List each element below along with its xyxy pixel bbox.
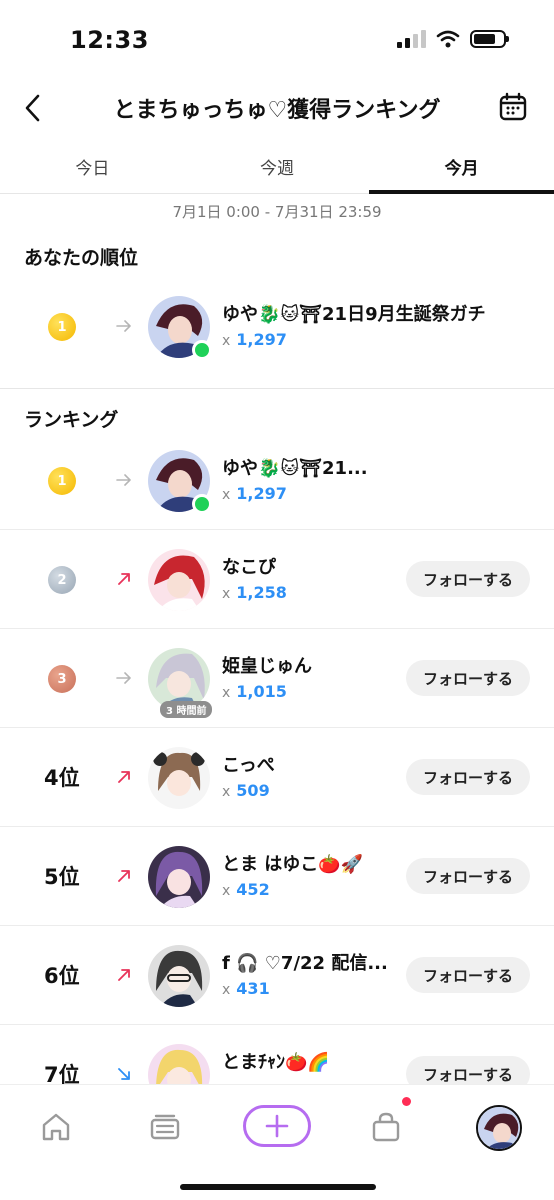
trend-up-icon — [118, 573, 130, 585]
ranking-row[interactable]: 4位 こっぺ x 509 フォローする — [0, 729, 554, 827]
avatar[interactable] — [148, 846, 210, 908]
ranking-row[interactable]: 3 3 時間前 姫皇じゅん x 1,015 フォローする — [0, 630, 554, 728]
rank-medal: 3 — [48, 665, 76, 693]
status-bar: 12:33 — [0, 0, 554, 80]
plus-icon — [265, 1114, 289, 1138]
nav-home[interactable] — [36, 1107, 76, 1147]
row-divider — [0, 826, 554, 827]
wifi-icon — [436, 30, 460, 48]
period-tabs: 今日 今週 今月 — [0, 140, 554, 194]
user-name: とま はゆこ🍅🚀 — [222, 854, 364, 875]
chuchu-count: x 1,297 — [222, 330, 287, 349]
follow-button[interactable]: フォローする — [406, 660, 530, 696]
profile-avatar[interactable] — [476, 1105, 522, 1151]
ranking-heading: ランキング — [24, 409, 119, 431]
rank-number: 5位 — [44, 865, 80, 889]
my-rank-row[interactable]: 1 ゆや🐉🐱⛩21日9月生誕祭ガチ x 1,297 — [0, 278, 554, 376]
tab-week[interactable]: 今週 — [185, 140, 370, 193]
online-indicator — [192, 340, 212, 360]
avatar[interactable] — [148, 945, 210, 1007]
follow-button[interactable]: フォローする — [406, 759, 530, 795]
user-name: とまﾁｬﾝ🍅🌈 — [222, 1052, 330, 1073]
trend-down-icon — [118, 1068, 130, 1080]
tab-today[interactable]: 今日 — [0, 140, 185, 193]
status-icons — [397, 30, 509, 48]
rank-number: 6位 — [44, 964, 80, 988]
ranking-row[interactable]: 6位 f 🎧 ♡7/22 配信... x 431 フォローする — [0, 927, 554, 1025]
trend-up-icon — [118, 969, 130, 981]
user-name: なこぴ — [222, 557, 276, 578]
row-divider — [0, 628, 554, 629]
row-divider — [0, 727, 554, 728]
user-name: 姫皇じゅん — [222, 656, 312, 677]
nav-feed[interactable] — [145, 1107, 185, 1147]
notification-dot — [402, 1097, 411, 1106]
nav-shop[interactable] — [366, 1107, 406, 1147]
my-rank-heading: あなたの順位 — [24, 247, 139, 269]
section-divider — [0, 388, 554, 389]
rank-medal: 2 — [48, 566, 76, 594]
rank-medal: 1 — [48, 313, 76, 341]
chuchu-count: x 431 — [222, 979, 270, 998]
last-active-badge: 3 時間前 — [160, 701, 213, 718]
period-range: 7月1日 0:00 - 7月31日 23:59 — [172, 203, 382, 221]
follow-button[interactable]: フォローする — [406, 561, 530, 597]
follow-button[interactable]: フォローする — [406, 858, 530, 894]
status-time: 12:33 — [70, 26, 149, 54]
user-name: ゆや🐉🐱⛩21日9月生誕祭ガチ — [222, 304, 486, 325]
rank-number: 4位 — [44, 766, 80, 790]
user-name: ゆや🐉🐱⛩21... — [222, 458, 368, 479]
chuchu-count: x 1,297 — [222, 484, 287, 503]
home-icon — [42, 1113, 70, 1141]
trend-flat-icon — [116, 474, 131, 486]
user-name: f 🎧 ♡7/22 配信... — [222, 953, 388, 974]
page-title: とまちゅっちゅ♡獲得ランキング — [113, 98, 441, 123]
avatar[interactable] — [148, 549, 210, 611]
shop-icon — [372, 1112, 400, 1142]
battery-icon — [470, 30, 509, 48]
bottom-nav — [0, 1084, 554, 1200]
row-divider — [0, 1024, 554, 1025]
trend-up-icon — [118, 771, 130, 783]
trend-up-icon — [118, 870, 130, 882]
rank-medal: 1 — [48, 467, 76, 495]
avatar[interactable] — [148, 747, 210, 809]
create-button[interactable] — [243, 1105, 311, 1147]
feed-icon — [150, 1114, 180, 1140]
calendar-icon — [499, 92, 527, 121]
chuchu-count: x 1,258 — [222, 583, 287, 602]
trend-flat-icon — [116, 672, 131, 684]
chuchu-count: x 452 — [222, 880, 270, 899]
calendar-button[interactable] — [498, 92, 530, 124]
online-indicator — [192, 494, 212, 514]
ranking-row[interactable]: 1 ゆや🐉🐱⛩21... x 1,297 — [0, 432, 554, 530]
signal-icon — [397, 30, 426, 48]
ranking-row[interactable]: 2 なこぴ x 1,258 フォローする — [0, 531, 554, 629]
row-divider — [0, 925, 554, 926]
trend-flat-icon — [116, 320, 131, 332]
home-indicator — [180, 1184, 376, 1190]
ranking-row[interactable]: 5位 とま はゆこ🍅🚀 x 452 フォローする — [0, 828, 554, 926]
follow-button[interactable]: フォローする — [406, 957, 530, 993]
user-name: こっぺ — [222, 755, 275, 776]
row-divider — [0, 529, 554, 530]
chuchu-count: x 1,015 — [222, 682, 287, 701]
header: とまちゅっちゅ♡獲得ランキング — [0, 80, 554, 136]
tab-month[interactable]: 今月 — [369, 140, 554, 194]
chuchu-count: x 509 — [222, 781, 270, 800]
